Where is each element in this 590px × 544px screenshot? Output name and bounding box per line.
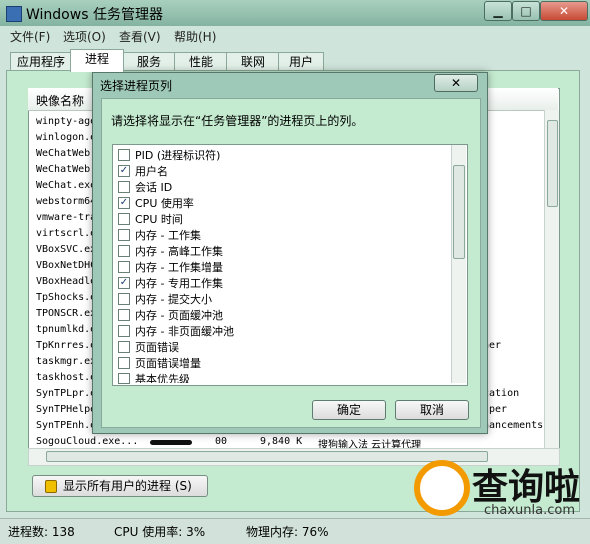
menu-view[interactable]: 查看(V) <box>119 28 161 45</box>
checkbox-base-priority[interactable] <box>118 373 130 384</box>
checkbox-label: 内存 - 页面缓冲池 <box>135 309 223 322</box>
tab-processes[interactable]: 进程 <box>70 49 124 72</box>
show-all-users-button[interactable]: 显示所有用户的进程 (S) <box>32 475 208 497</box>
tab-networking[interactable]: 联网 <box>226 52 280 71</box>
task-manager-icon <box>6 6 22 22</box>
list-item-memory: 9,840 K <box>260 436 303 447</box>
list-item[interactable]: VBoxHeadle <box>36 276 96 287</box>
checkbox-label: 会话 ID <box>135 181 173 194</box>
list-item-description: cation <box>483 388 520 399</box>
watermark-logo-icon <box>414 460 470 516</box>
watermark-url: chaxunla.com <box>484 503 575 518</box>
list-item[interactable]: tpnumlkd.e <box>36 324 96 335</box>
checkbox-label: 内存 - 专用工作集 <box>135 277 223 290</box>
checkbox-session-id[interactable] <box>118 181 130 193</box>
minimize-button[interactable]: ▁ <box>484 1 512 21</box>
list-item[interactable]: taskhost.e <box>36 372 96 383</box>
dialog-prompt: 请选择将显示在“任务管理器”的进程页上的列。 <box>111 114 364 128</box>
checkbox-label: 页面错误增量 <box>135 357 201 370</box>
checkbox-username[interactable]: ✓ <box>118 165 130 177</box>
show-all-users-label: 显示所有用户的进程 (S) <box>63 479 192 493</box>
list-item[interactable]: SynTPEnh.e <box>36 420 96 431</box>
tab-performance[interactable]: 性能 <box>174 52 228 71</box>
maximize-button[interactable]: □ <box>512 1 540 21</box>
checkbox-label: 内存 - 工作集增量 <box>135 261 223 274</box>
checkbox-label: 内存 - 高峰工作集 <box>135 245 223 258</box>
menu-options[interactable]: 选项(O) <box>63 28 106 45</box>
checkbox-peak-working-set[interactable] <box>118 245 130 257</box>
cancel-button[interactable]: 取消 <box>395 400 469 420</box>
list-item-user: 00 <box>215 436 228 447</box>
list-item[interactable]: virtscrl.e <box>36 228 96 239</box>
list-item[interactable]: VBoxSVC.ex <box>36 244 96 255</box>
checkbox-cpu-usage[interactable]: ✓ <box>118 197 130 209</box>
list-item[interactable]: TpKnrres.e <box>36 340 96 351</box>
list-item[interactable]: WeChatWeb. <box>36 164 96 175</box>
list-item[interactable]: webstorm64 <box>36 196 96 207</box>
checkbox-label: CPU 时间 <box>135 213 183 226</box>
list-item[interactable]: winpty-age <box>36 116 96 127</box>
checkbox-label: 内存 - 非页面缓冲池 <box>135 325 234 338</box>
checkbox-label: CPU 使用率 <box>135 197 194 210</box>
list-item[interactable]: SynTPLpr.e <box>36 388 96 399</box>
list-hscroll-thumb[interactable] <box>46 451 488 462</box>
list-item-description: hancements <box>483 420 544 431</box>
redaction-mark <box>150 440 192 445</box>
list-item[interactable]: taskmgr.ex <box>36 356 96 367</box>
close-button[interactable]: ✕ <box>540 1 588 21</box>
menu-file[interactable]: 文件(F) <box>10 28 50 45</box>
menu-help[interactable]: 帮助(H) <box>174 28 216 45</box>
list-item[interactable]: winlogon.e <box>36 132 96 143</box>
tab-services[interactable]: 服务 <box>122 52 176 71</box>
dialog-close-button[interactable]: ✕ <box>434 74 478 92</box>
checkbox-pid[interactable] <box>118 149 130 161</box>
list-item[interactable]: TpShocks.e <box>36 292 96 303</box>
list-item[interactable]: WeChat.exe <box>36 180 96 191</box>
checkbox-private-working-set[interactable]: ✓ <box>118 277 130 289</box>
checkbox-paged-pool[interactable] <box>118 309 130 321</box>
list-item[interactable]: vmware-tra <box>36 212 96 223</box>
window-title: Windows 任务管理器 <box>26 7 163 23</box>
status-bar: 进程数: 138 CPU 使用率: 3% 物理内存: 76% <box>0 518 590 544</box>
dialog-title: 选择进程页列 <box>100 79 173 93</box>
ok-button[interactable]: 确定 <box>312 400 386 420</box>
list-item[interactable]: VBoxNetDHC <box>36 260 96 271</box>
status-process-count: 进程数: 138 <box>8 525 75 539</box>
checkbox-label: PID (进程标识符) <box>135 149 221 162</box>
checkbox-working-set-delta[interactable] <box>118 261 130 273</box>
checkbox-page-faults-delta[interactable] <box>118 357 130 369</box>
checklist-scroll-thumb[interactable] <box>453 165 465 259</box>
checkbox-label: 页面错误 <box>135 341 179 354</box>
list-item-sogou[interactable]: SogouCloud.exe... <box>36 436 138 447</box>
checkbox-label: 基本优先级 <box>135 373 190 383</box>
list-scroll-thumb[interactable] <box>547 120 558 207</box>
status-physical-memory: 物理内存: 76% <box>246 525 329 539</box>
menu-bar: 文件(F) 选项(O) 查看(V) 帮助(H) <box>0 26 590 46</box>
checkbox-working-set[interactable] <box>118 229 130 241</box>
list-item[interactable]: SynTPHelpe <box>36 404 96 415</box>
list-item[interactable]: TPONSCR.ex <box>36 308 96 319</box>
checkbox-page-faults[interactable] <box>118 341 130 353</box>
checkbox-label: 内存 - 工作集 <box>135 229 201 242</box>
status-cpu-usage: CPU 使用率: 3% <box>114 525 206 539</box>
shield-icon <box>45 480 57 493</box>
checkbox-label: 用户名 <box>135 165 168 178</box>
list-item[interactable]: WeChatWeb. <box>36 148 96 159</box>
checkbox-cpu-time[interactable] <box>118 213 130 225</box>
column-image-name[interactable]: 映像名称 <box>36 92 84 109</box>
tab-users[interactable]: 用户 <box>278 52 324 71</box>
tab-applications[interactable]: 应用程序 <box>10 52 72 71</box>
checkbox-label: 内存 - 提交大小 <box>135 293 212 306</box>
checkbox-commit-size[interactable] <box>118 293 130 305</box>
checkbox-nonpaged-pool[interactable] <box>118 325 130 337</box>
